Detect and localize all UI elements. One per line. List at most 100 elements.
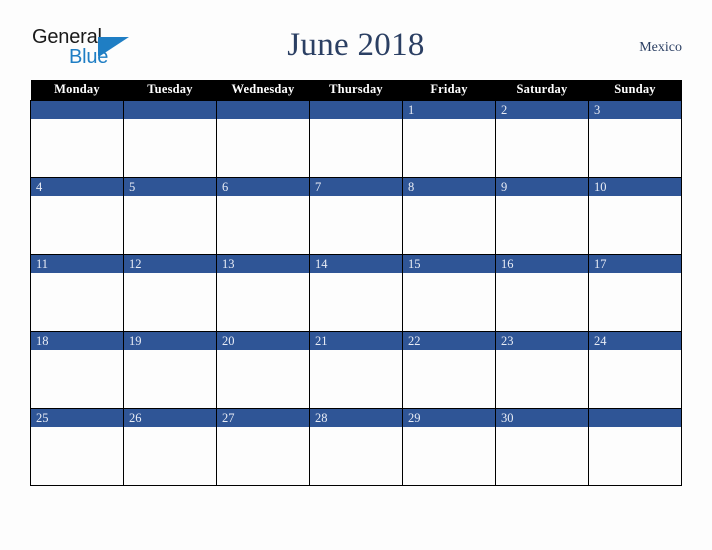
day-notes-area[interactable] bbox=[217, 350, 309, 408]
day-notes-area[interactable] bbox=[496, 273, 588, 331]
calendar-day-cell[interactable]: 14 bbox=[309, 253, 403, 332]
calendar-day-cell[interactable]: 17 bbox=[588, 253, 682, 332]
calendar-day-cell[interactable]: 18 bbox=[30, 330, 124, 409]
day-notes-area[interactable] bbox=[589, 119, 681, 177]
calendar-day-cell[interactable]: 26 bbox=[123, 407, 217, 486]
day-number: 30 bbox=[496, 408, 588, 427]
day-notes-area[interactable] bbox=[217, 196, 309, 254]
day-notes-area[interactable] bbox=[589, 427, 681, 485]
calendar-day-cell[interactable]: 24 bbox=[588, 330, 682, 409]
calendar-day-cell[interactable]: 30 bbox=[495, 407, 589, 486]
calendar-day-cell[interactable] bbox=[588, 407, 682, 486]
day-notes-area[interactable] bbox=[124, 119, 216, 177]
weekday-header-tuesday: Tuesday bbox=[123, 80, 217, 100]
calendar-day-cell[interactable]: 23 bbox=[495, 330, 589, 409]
calendar-day-cell[interactable]: 15 bbox=[402, 253, 496, 332]
day-number: 10 bbox=[589, 177, 681, 196]
day-number: 12 bbox=[124, 254, 216, 273]
calendar-day-cell[interactable]: 7 bbox=[309, 176, 403, 255]
day-number: 26 bbox=[124, 408, 216, 427]
day-notes-area[interactable] bbox=[589, 196, 681, 254]
calendar-day-cell[interactable]: 10 bbox=[588, 176, 682, 255]
calendar-week-row: 25 26 27 28 29 30 bbox=[30, 407, 682, 486]
day-notes-area[interactable] bbox=[310, 119, 402, 177]
month-calendar: Monday Tuesday Wednesday Thursday Friday… bbox=[30, 80, 682, 486]
day-number: 6 bbox=[217, 177, 309, 196]
calendar-day-cell[interactable]: 16 bbox=[495, 253, 589, 332]
day-notes-area[interactable] bbox=[217, 427, 309, 485]
calendar-day-cell[interactable] bbox=[30, 99, 124, 178]
calendar-day-cell[interactable]: 8 bbox=[402, 176, 496, 255]
day-number: 9 bbox=[496, 177, 588, 196]
calendar-day-cell[interactable]: 9 bbox=[495, 176, 589, 255]
weekday-header-thursday: Thursday bbox=[309, 80, 403, 100]
calendar-day-cell[interactable]: 21 bbox=[309, 330, 403, 409]
day-number: 16 bbox=[496, 254, 588, 273]
day-notes-area[interactable] bbox=[31, 273, 123, 331]
day-notes-area[interactable] bbox=[589, 350, 681, 408]
day-notes-area[interactable] bbox=[124, 427, 216, 485]
calendar-day-cell[interactable]: 12 bbox=[123, 253, 217, 332]
day-notes-area[interactable] bbox=[217, 119, 309, 177]
calendar-day-cell[interactable]: 13 bbox=[216, 253, 310, 332]
day-notes-area[interactable] bbox=[403, 273, 495, 331]
day-notes-area[interactable] bbox=[124, 273, 216, 331]
calendar-day-cell[interactable]: 2 bbox=[495, 99, 589, 178]
calendar-week-row: 1 2 3 bbox=[30, 99, 682, 178]
day-notes-area[interactable] bbox=[310, 427, 402, 485]
day-number: 19 bbox=[124, 331, 216, 350]
calendar-week-row: 4 5 6 7 8 9 10 bbox=[30, 176, 682, 255]
calendar-day-cell[interactable]: 28 bbox=[309, 407, 403, 486]
day-number: 29 bbox=[403, 408, 495, 427]
day-notes-area[interactable] bbox=[589, 273, 681, 331]
day-number: 24 bbox=[589, 331, 681, 350]
day-notes-area[interactable] bbox=[403, 119, 495, 177]
calendar-day-cell[interactable]: 1 bbox=[402, 99, 496, 178]
weekday-header-friday: Friday bbox=[402, 80, 496, 100]
day-notes-area[interactable] bbox=[403, 427, 495, 485]
calendar-day-cell[interactable] bbox=[216, 99, 310, 178]
day-notes-area[interactable] bbox=[496, 350, 588, 408]
calendar-day-cell[interactable]: 11 bbox=[30, 253, 124, 332]
weekday-header-sunday: Sunday bbox=[588, 80, 682, 100]
day-notes-area[interactable] bbox=[124, 350, 216, 408]
day-number: 28 bbox=[310, 408, 402, 427]
calendar-day-cell[interactable]: 20 bbox=[216, 330, 310, 409]
calendar-day-cell[interactable] bbox=[123, 99, 217, 178]
day-notes-area[interactable] bbox=[496, 119, 588, 177]
day-notes-area[interactable] bbox=[124, 196, 216, 254]
day-notes-area[interactable] bbox=[496, 196, 588, 254]
calendar-day-cell[interactable]: 4 bbox=[30, 176, 124, 255]
day-number: 1 bbox=[403, 100, 495, 119]
calendar-day-cell[interactable]: 27 bbox=[216, 407, 310, 486]
day-number: 11 bbox=[31, 254, 123, 273]
day-notes-area[interactable] bbox=[31, 196, 123, 254]
day-notes-area[interactable] bbox=[403, 196, 495, 254]
calendar-day-cell[interactable]: 25 bbox=[30, 407, 124, 486]
country-label: Mexico bbox=[639, 40, 682, 55]
day-notes-area[interactable] bbox=[310, 273, 402, 331]
calendar-day-cell[interactable]: 19 bbox=[123, 330, 217, 409]
calendar-day-cell[interactable]: 5 bbox=[123, 176, 217, 255]
day-number: 13 bbox=[217, 254, 309, 273]
day-notes-area[interactable] bbox=[310, 196, 402, 254]
day-number: 15 bbox=[403, 254, 495, 273]
day-number: 18 bbox=[31, 331, 123, 350]
day-notes-area[interactable] bbox=[31, 119, 123, 177]
day-notes-area[interactable] bbox=[403, 350, 495, 408]
day-notes-area[interactable] bbox=[31, 427, 123, 485]
calendar-day-cell[interactable]: 22 bbox=[402, 330, 496, 409]
calendar-day-cell[interactable]: 29 bbox=[402, 407, 496, 486]
day-notes-area[interactable] bbox=[496, 427, 588, 485]
day-notes-area[interactable] bbox=[217, 273, 309, 331]
day-number: 14 bbox=[310, 254, 402, 273]
day-number bbox=[31, 100, 123, 119]
day-notes-area[interactable] bbox=[310, 350, 402, 408]
calendar-day-cell[interactable] bbox=[309, 99, 403, 178]
day-number bbox=[217, 100, 309, 119]
calendar-day-cell[interactable]: 6 bbox=[216, 176, 310, 255]
calendar-day-cell[interactable]: 3 bbox=[588, 99, 682, 178]
day-number: 27 bbox=[217, 408, 309, 427]
weekday-header-row: Monday Tuesday Wednesday Thursday Friday… bbox=[30, 80, 682, 100]
day-notes-area[interactable] bbox=[31, 350, 123, 408]
